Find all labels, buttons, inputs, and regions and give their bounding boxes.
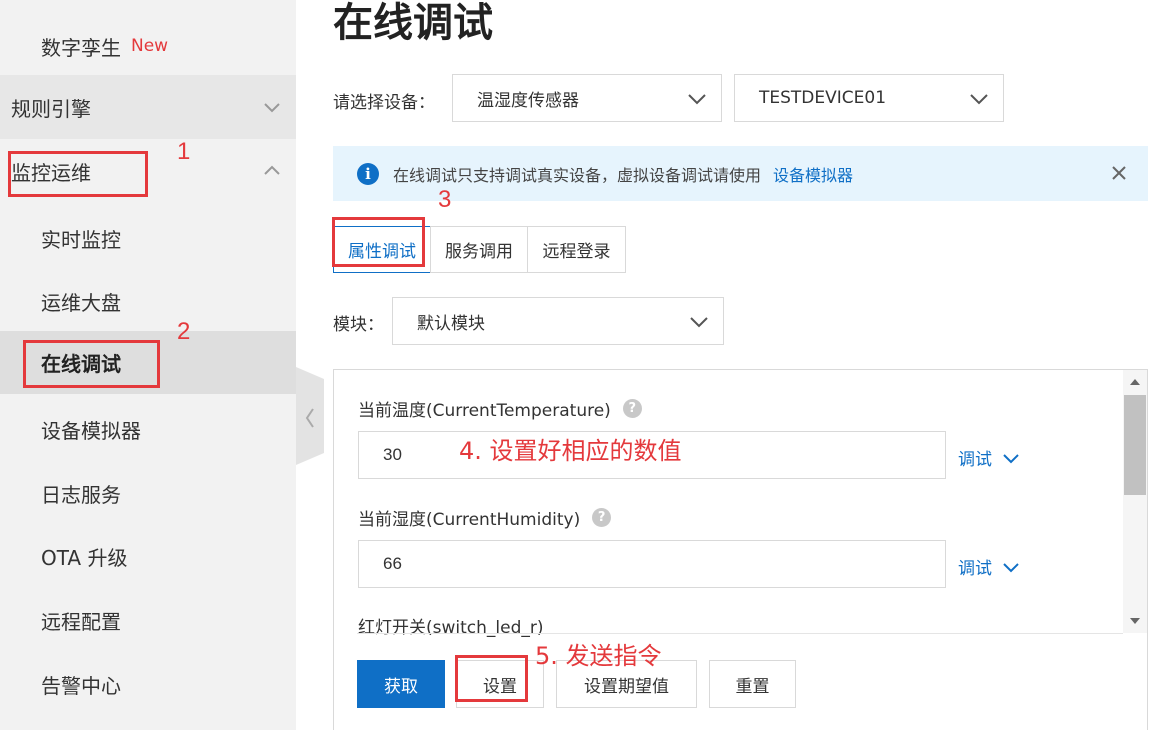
device-select-label: 请选择设备： <box>333 93 435 113</box>
sidebar: 数字孪生 New 规则引擎 监控运维 实时监控 运维大盘 在线调试 设备模拟器 … <box>0 0 296 730</box>
sidebar-item-label: 远程配置 <box>41 609 121 634</box>
property-label-temperature: 当前温度(CurrentTemperature) ? <box>358 396 642 421</box>
sidebar-group-rules-engine[interactable]: 规则引擎 <box>0 75 296 139</box>
chevron-down-icon <box>1003 562 1019 572</box>
close-icon[interactable] <box>1110 164 1128 182</box>
set-button[interactable]: 设置 <box>456 660 544 708</box>
sidebar-item-alarm-center[interactable]: 告警中心 <box>0 652 296 716</box>
sidebar-group-monitor-ops[interactable]: 监控运维 <box>0 139 296 203</box>
sidebar-item-label: OTA 升级 <box>41 545 128 570</box>
property-label-text: 红灯开关(switch_led_r) <box>358 618 544 638</box>
chevron-down-icon <box>264 103 280 113</box>
sidebar-group-label: 规则引擎 <box>11 96 91 121</box>
device-simulator-link[interactable]: 设备模拟器 <box>773 162 853 186</box>
page-title: 在线调试 <box>333 0 493 46</box>
tab-service-call[interactable]: 服务调用 <box>430 226 528 273</box>
sidebar-item-remote-config[interactable]: 远程配置 <box>0 588 296 652</box>
sidebar-item-label: 数字孪生 <box>41 35 121 60</box>
annotation-number-1: 1 <box>177 138 191 165</box>
chevron-down-icon <box>970 94 988 105</box>
reset-button[interactable]: 重置 <box>709 660 796 708</box>
device-select[interactable]: TESTDEVICE01 <box>734 74 1004 122</box>
annotation-number-2: 2 <box>177 318 191 345</box>
property-label-switch-led: 红灯开关(switch_led_r) <box>358 613 544 638</box>
tab-remote-login[interactable]: 远程登录 <box>527 226 626 273</box>
info-icon: i <box>357 162 379 185</box>
annotation-step-5: 5. 发送指令 <box>535 642 662 670</box>
sidebar-item-label: 运维大盘 <box>41 290 121 315</box>
sidebar-item-ops-dashboard[interactable]: 运维大盘 <box>0 269 296 333</box>
scroll-divider <box>357 633 1123 634</box>
sidebar-item-device-simulator[interactable]: 设备模拟器 <box>0 397 296 461</box>
humidity-debug-link[interactable]: 调试 <box>958 554 1020 579</box>
sidebar-item-label: 在线调试 <box>41 352 121 376</box>
tab-property-debug[interactable]: 属性调试 <box>333 226 431 273</box>
product-select[interactable]: 温湿度传感器 <box>452 74 722 122</box>
property-label-text: 当前湿度(CurrentHumidity) <box>358 510 581 530</box>
sidebar-item-log-service[interactable]: 日志服务 <box>0 461 296 525</box>
chevron-down-icon <box>688 94 706 105</box>
sidebar-item-label: 实时监控 <box>41 227 121 252</box>
product-select-value: 温湿度传感器 <box>477 90 579 111</box>
module-select-value: 默认模块 <box>417 313 485 334</box>
scroll-up-icon[interactable] <box>1130 379 1140 385</box>
annotation-number-3: 3 <box>438 186 452 213</box>
sidebar-collapse-handle[interactable] <box>296 367 324 465</box>
sidebar-item-label: 设备模拟器 <box>41 418 141 443</box>
property-label-text: 当前温度(CurrentTemperature) <box>358 401 611 421</box>
sidebar-item-online-debug[interactable]: 在线调试 <box>0 331 296 394</box>
sidebar-group-label: 监控运维 <box>11 160 91 185</box>
property-scrollbar[interactable] <box>1123 370 1147 633</box>
sidebar-item-digital-twin[interactable]: 数字孪生 New <box>0 14 296 78</box>
annotation-step-4: 4. 设置好相应的数值 <box>459 437 682 465</box>
module-label: 模块： <box>333 315 384 335</box>
sidebar-item-label: 告警中心 <box>41 673 121 698</box>
get-button[interactable]: 获取 <box>357 660 445 708</box>
humidity-input[interactable] <box>358 540 946 588</box>
scroll-thumb[interactable] <box>1124 395 1146 495</box>
help-icon[interactable]: ? <box>592 508 612 527</box>
chevron-up-icon <box>264 165 280 175</box>
temperature-debug-link[interactable]: 调试 <box>958 445 1020 470</box>
scroll-down-icon[interactable] <box>1130 618 1140 624</box>
debug-link-label: 调试 <box>958 450 992 470</box>
info-notice: i 在线调试只支持调试真实设备，虚拟设备调试请使用 设备模拟器 <box>333 146 1148 201</box>
new-badge: New <box>131 36 169 56</box>
help-icon[interactable]: ? <box>622 399 642 418</box>
sidebar-item-label: 日志服务 <box>41 482 121 507</box>
notice-text: 在线调试只支持调试真实设备，虚拟设备调试请使用 <box>393 165 762 185</box>
module-select[interactable]: 默认模块 <box>392 297 724 345</box>
sidebar-item-realtime-monitor[interactable]: 实时监控 <box>0 206 296 270</box>
debug-link-label: 调试 <box>958 559 992 579</box>
chevron-down-icon <box>1003 453 1019 463</box>
device-select-value: TESTDEVICE01 <box>759 88 887 108</box>
property-label-humidity: 当前湿度(CurrentHumidity) ? <box>358 505 612 530</box>
chevron-down-icon <box>690 317 708 328</box>
sidebar-item-ota-upgrade[interactable]: OTA 升级 <box>0 524 296 588</box>
